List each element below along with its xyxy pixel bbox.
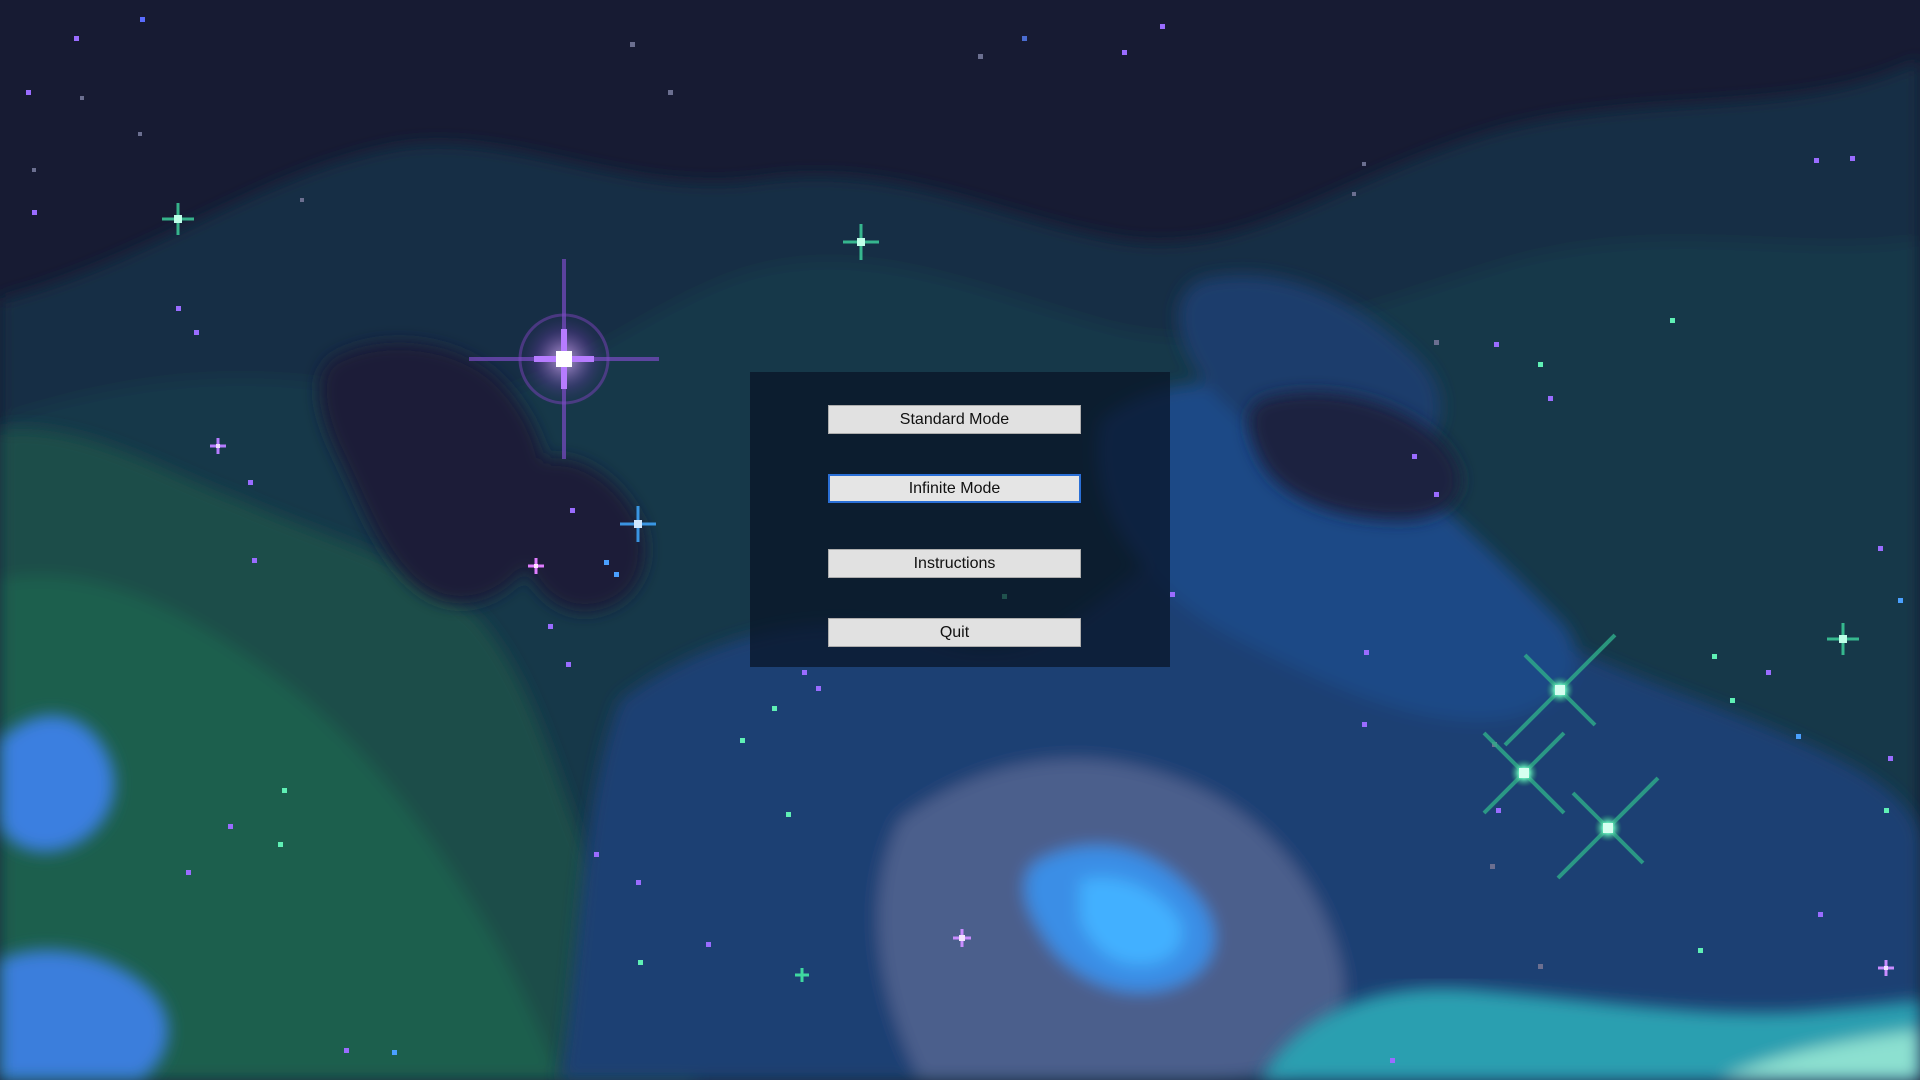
instructions-button[interactable]: Instructions — [828, 549, 1081, 578]
game-menu-screen: Standard Mode Infinite Mode Instructions… — [0, 0, 1920, 1080]
quit-button[interactable]: Quit — [828, 618, 1081, 647]
infinite-mode-button[interactable]: Infinite Mode — [828, 474, 1081, 503]
standard-mode-button[interactable]: Standard Mode — [828, 405, 1081, 434]
main-menu-panel: Standard Mode Infinite Mode Instructions… — [750, 372, 1170, 667]
